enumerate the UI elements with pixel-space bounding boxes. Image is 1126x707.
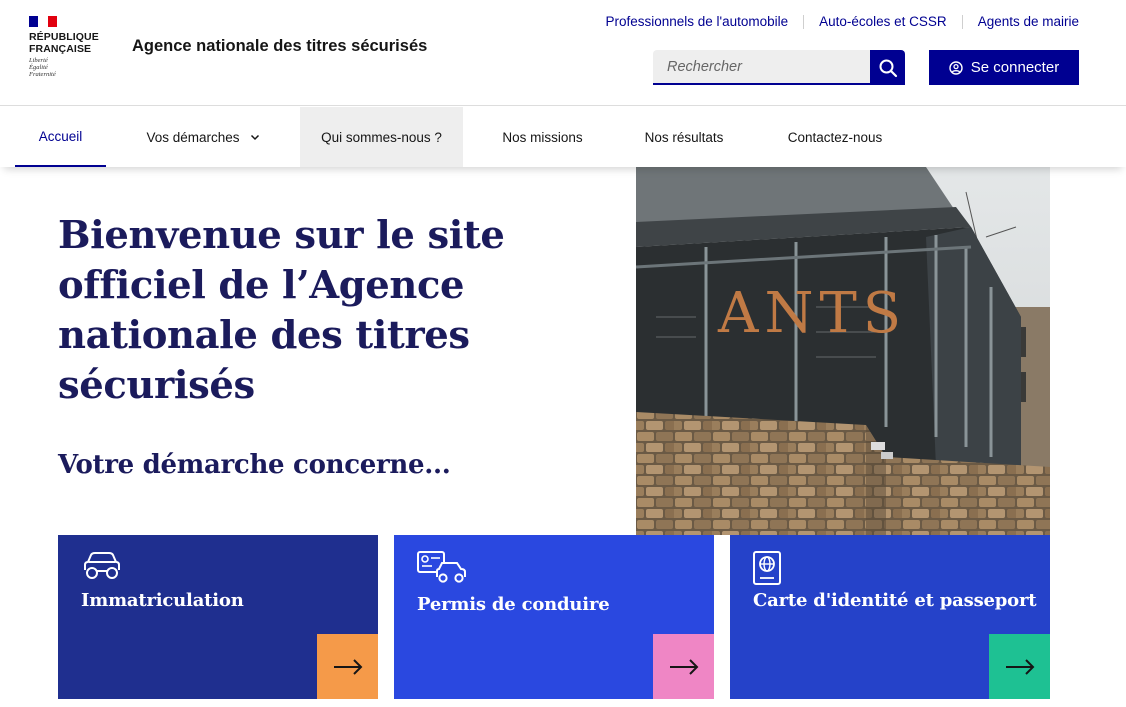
motto-fraternite: Fraternité: [29, 71, 56, 78]
nav-item-label: Nos missions: [502, 129, 583, 145]
nav-item-label: Accueil: [38, 128, 83, 144]
hero-title-line: Bienvenue sur le site: [58, 213, 505, 258]
logo-line-2: FRANÇAISE: [29, 43, 92, 55]
republique-francaise-logo[interactable]: RÉPUBLIQUE FRANÇAISE Liberté Égalité Fra…: [29, 16, 109, 78]
nav-item-nos-missions[interactable]: Nos missions: [485, 107, 600, 167]
nav-item-label: Vos démarches: [146, 129, 240, 145]
arrow-right-icon: [989, 634, 1050, 699]
login-label: Se connecter: [970, 59, 1060, 76]
card-carte-identite-passeport[interactable]: Carte d'identité et passeport: [730, 535, 1050, 699]
nav-item-label: Nos résultats: [644, 129, 724, 145]
login-button[interactable]: Se connecter: [929, 50, 1079, 85]
driving-license-icon: [417, 551, 467, 588]
nav-item-contactez-nous[interactable]: Contactez-nous: [767, 107, 903, 167]
top-link-agents-mairie[interactable]: Agents de mairie: [978, 14, 1079, 29]
hero-title: Bienvenue sur le site officiel de l’Agen…: [58, 211, 618, 411]
ants-sign-text: ANTS: [717, 281, 907, 346]
hero-title-line: officiel de l’Agence: [58, 263, 465, 308]
hero-title-line: sécurisés: [58, 363, 255, 408]
divider: [803, 14, 805, 29]
motto-egalite: Égalité: [29, 64, 48, 71]
arrow-right-icon: [317, 634, 378, 699]
top-link-professionnels[interactable]: Professionnels de l'automobile: [605, 14, 788, 29]
card-label: Immatriculation: [81, 590, 244, 611]
card-label: Permis de conduire: [417, 594, 610, 615]
nav-item-nos-resultats[interactable]: Nos résultats: [625, 107, 743, 167]
nav-item-label: Contactez-nous: [787, 129, 883, 145]
french-flag-icon: [29, 16, 57, 27]
search-button[interactable]: [870, 50, 905, 85]
card-immatriculation[interactable]: Immatriculation: [58, 535, 378, 699]
main-navigation: Accueil Vos démarches Qui sommes-nous ? …: [0, 107, 1126, 167]
site-header: RÉPUBLIQUE FRANÇAISE Liberté Égalité Fra…: [0, 0, 1126, 106]
car-icon: [81, 551, 123, 586]
nav-item-qui-sommes-nous[interactable]: Qui sommes-nous ?: [300, 107, 463, 167]
hero-subtitle: Votre démarche concerne...: [58, 450, 451, 480]
nav-item-vos-demarches[interactable]: Vos démarches: [128, 107, 278, 167]
arrow-right-icon: [653, 634, 714, 699]
search-icon: [879, 59, 897, 77]
agency-name[interactable]: Agence nationale des titres sécurisés: [132, 37, 427, 56]
search-bar: [653, 50, 905, 85]
chevron-down-icon: [250, 134, 260, 141]
card-label: Carte d'identité et passeport: [753, 590, 1037, 611]
hero-title-line: nationale des titres: [58, 313, 470, 358]
top-links: Professionnels de l'automobile Auto-écol…: [605, 14, 1079, 29]
card-permis-de-conduire[interactable]: Permis de conduire: [394, 535, 714, 699]
passport-icon: [753, 551, 783, 590]
divider: [961, 14, 963, 29]
ants-building-photo: ANTS: [636, 167, 1050, 535]
nav-item-label: Qui sommes-nous ?: [321, 129, 442, 145]
top-link-auto-ecoles[interactable]: Auto-écoles et CSSR: [819, 14, 947, 29]
search-input[interactable]: [653, 50, 870, 85]
logo-line-1: RÉPUBLIQUE: [29, 31, 99, 43]
account-circle-icon: [949, 60, 963, 75]
nav-item-accueil[interactable]: Accueil: [15, 107, 106, 167]
motto-liberte: Liberté: [29, 57, 48, 64]
